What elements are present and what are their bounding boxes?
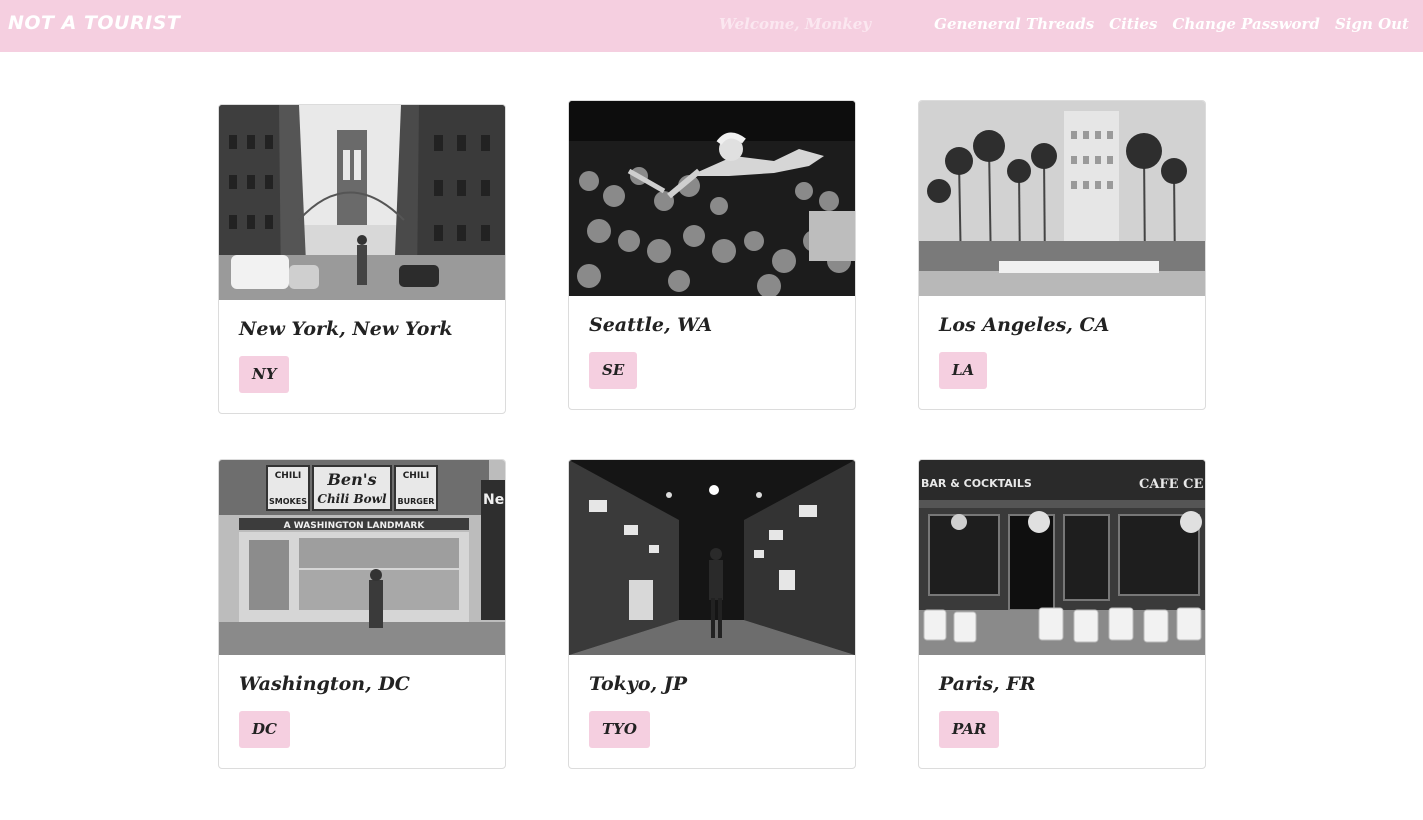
nav-general-threads-link[interactable]: Geneneral Threads	[934, 15, 1094, 33]
svg-text:CAFE CE: CAFE CE	[1139, 477, 1203, 492]
city-card-paris[interactable]: BAR & COCKTAILS CAFE CE Paris, FR PAR	[918, 459, 1206, 769]
svg-text:Chili Bowl: Chili Bowl	[317, 492, 387, 506]
svg-text:SMOKES: SMOKES	[269, 497, 307, 506]
city-name: Tokyo, JP	[589, 673, 688, 695]
city-card-washington[interactable]: CHILI SMOKES Ben's Chili Bowl CHILI BURG…	[218, 459, 506, 769]
svg-text:CHILI: CHILI	[275, 471, 302, 481]
city-card-seattle[interactable]: Seattle, WA SE	[568, 100, 856, 410]
city-code-badge[interactable]: SE	[589, 352, 638, 389]
city-photo-new-york[interactable]	[219, 105, 505, 300]
city-photo-washington[interactable]: CHILI SMOKES Ben's Chili Bowl CHILI BURG…	[219, 460, 505, 655]
city-photo-seattle[interactable]	[569, 101, 855, 296]
svg-text:BURGER: BURGER	[398, 497, 435, 506]
city-name: Paris, FR	[939, 673, 1036, 695]
city-name: Los Angeles, CA	[939, 314, 1110, 336]
city-code-badge[interactable]: LA	[939, 352, 988, 389]
city-photo-paris[interactable]: BAR & COCKTAILS CAFE CE	[919, 460, 1205, 655]
washington-photo: CHILI SMOKES Ben's Chili Bowl CHILI BURG…	[219, 460, 505, 655]
city-name: Seattle, WA	[589, 314, 713, 336]
nav-change-password-link[interactable]: Change Password	[1172, 15, 1320, 33]
svg-text:Ne: Ne	[483, 492, 504, 508]
paris-photo: BAR & COCKTAILS CAFE CE	[919, 460, 1205, 655]
city-code-badge[interactable]: TYO	[589, 711, 650, 748]
nav-sign-out-link[interactable]: Sign Out	[1335, 15, 1409, 33]
city-name: Washington, DC	[239, 673, 410, 695]
city-card-los-angeles[interactable]: Los Angeles, CA LA	[918, 100, 1206, 410]
seattle-photo	[569, 101, 855, 296]
svg-text:BAR & COCKTAILS: BAR & COCKTAILS	[921, 477, 1032, 490]
city-name: New York, New York	[239, 318, 453, 340]
city-photo-los-angeles[interactable]	[919, 101, 1205, 296]
svg-text:A WASHINGTON LANDMARK: A WASHINGTON LANDMARK	[284, 521, 426, 531]
city-photo-tokyo[interactable]	[569, 460, 855, 655]
city-code-badge[interactable]: NY	[239, 356, 290, 393]
brand-logo[interactable]: NOT A TOURIST	[8, 12, 180, 34]
city-card-tokyo[interactable]: Tokyo, JP TYO	[568, 459, 856, 769]
top-navbar: NOT A TOURIST Welcome, Monkey Geneneral …	[0, 0, 1423, 52]
city-card-new-york[interactable]: New York, New York NY	[218, 104, 506, 414]
svg-text:CHILI: CHILI	[403, 471, 430, 481]
nav-links: Geneneral Threads Cities Change Password…	[934, 15, 1409, 33]
svg-text:Ben's: Ben's	[326, 470, 376, 489]
nav-cities-link[interactable]: Cities	[1109, 15, 1157, 33]
city-code-badge[interactable]: PAR	[939, 711, 1000, 748]
city-code-badge[interactable]: DC	[239, 711, 290, 748]
tokyo-photo	[569, 460, 855, 655]
los-angeles-photo	[919, 101, 1205, 296]
welcome-message: Welcome, Monkey	[719, 15, 872, 33]
new-york-photo	[219, 105, 505, 300]
